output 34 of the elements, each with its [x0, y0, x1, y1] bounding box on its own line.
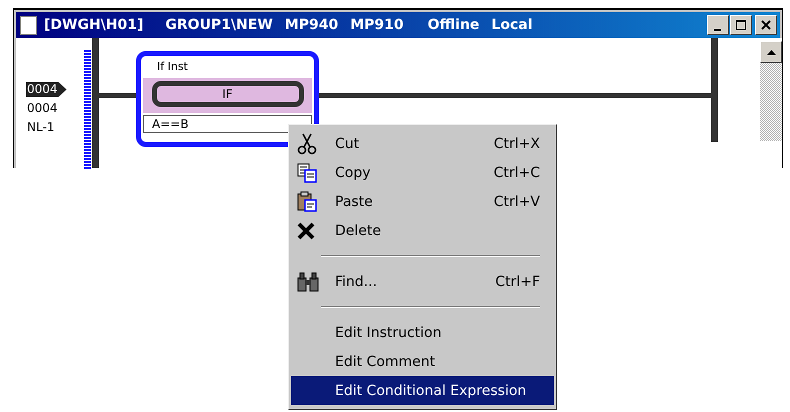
instruction-title: If Inst — [156, 59, 189, 75]
minimize-button[interactable] — [707, 15, 729, 35]
window-title: Local — [491, 17, 533, 33]
step-label: NL-1 — [26, 120, 56, 135]
window-title: MP940 — [284, 17, 338, 33]
up-arrow-icon — [766, 50, 776, 54]
close-button[interactable] — [755, 15, 777, 35]
window-title: GROUP1\NEW — [165, 17, 273, 33]
maximize-icon — [735, 19, 747, 31]
minimize-icon — [714, 28, 720, 30]
copy-icon — [297, 162, 317, 182]
menu-item[interactable]: Edit Comment — [291, 347, 554, 376]
window-title: Offline — [428, 17, 480, 33]
menu-item[interactable]: Delete — [291, 216, 554, 245]
delete-icon — [297, 222, 315, 240]
condition-expression: A==B — [143, 115, 312, 133]
window-icon[interactable] — [20, 16, 37, 34]
menu-item[interactable]: Paste Ctrl+V — [291, 187, 554, 216]
close-icon — [760, 19, 772, 31]
maximize-button[interactable] — [730, 15, 752, 35]
menu-item[interactable]: Edit Conditional Expression — [291, 376, 554, 405]
window-title: MP910 — [350, 17, 404, 33]
menu-item[interactable]: Find... Ctrl+F — [291, 267, 554, 296]
menu-item[interactable]: Edit Instruction — [291, 318, 554, 347]
window-title: [DWGH\H01] — [44, 17, 144, 33]
binoculars-icon — [297, 272, 319, 292]
paste-icon — [297, 191, 317, 212]
step-label: 0004 — [26, 82, 67, 97]
menu-item[interactable]: Copy Ctrl+C — [291, 158, 554, 187]
scroll-up-button[interactable] — [760, 41, 782, 63]
instruction-name: IF — [152, 81, 304, 107]
if-instruction-block[interactable]: If Inst IF A==B — [136, 51, 319, 147]
step-label: 0004 — [26, 101, 59, 116]
scissors-icon — [297, 132, 317, 154]
